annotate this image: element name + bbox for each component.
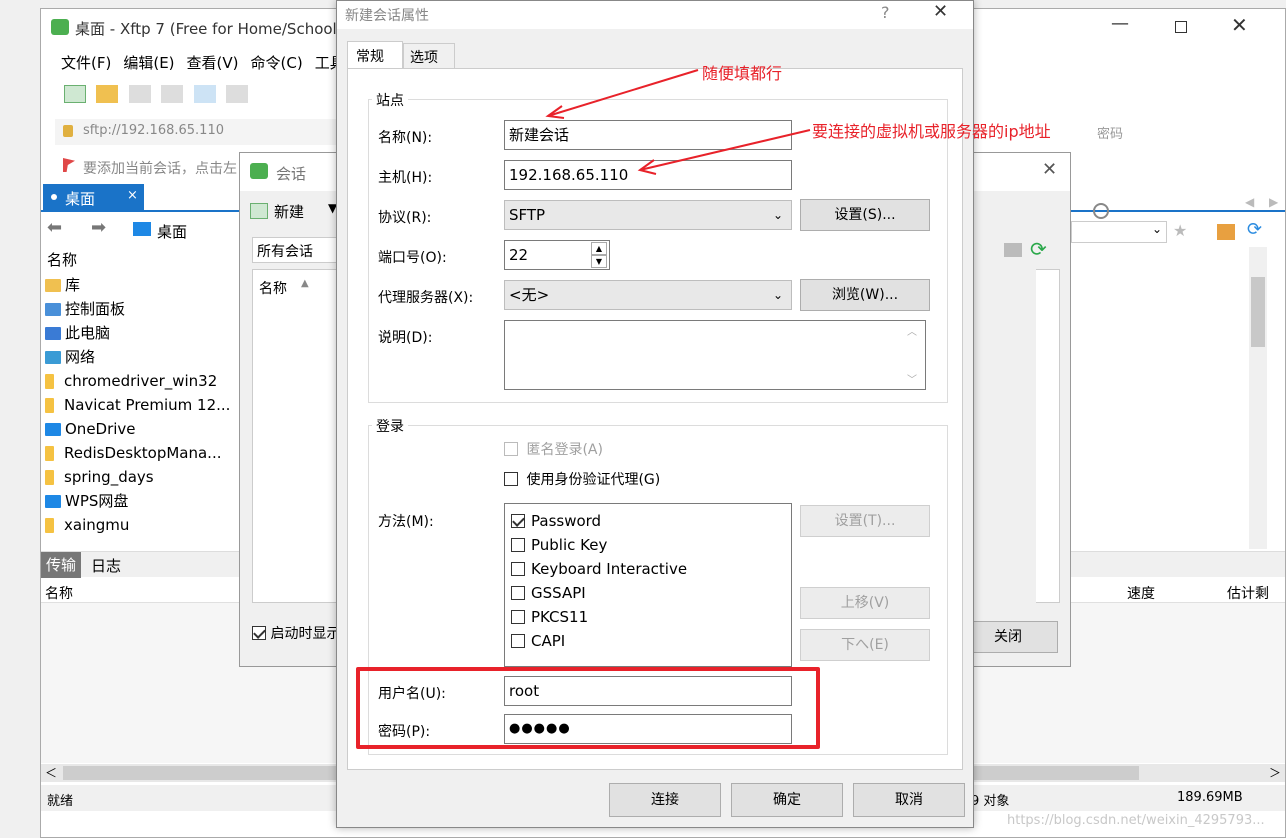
annotation-note-host: 要连接的虚拟机或服务器的ip地址 [812, 122, 1051, 141]
annotation-note-name: 随便填都行 [702, 64, 783, 83]
annotation-arrows [545, 69, 811, 175]
arrow-host [639, 129, 811, 171]
arrow-name [547, 69, 699, 117]
